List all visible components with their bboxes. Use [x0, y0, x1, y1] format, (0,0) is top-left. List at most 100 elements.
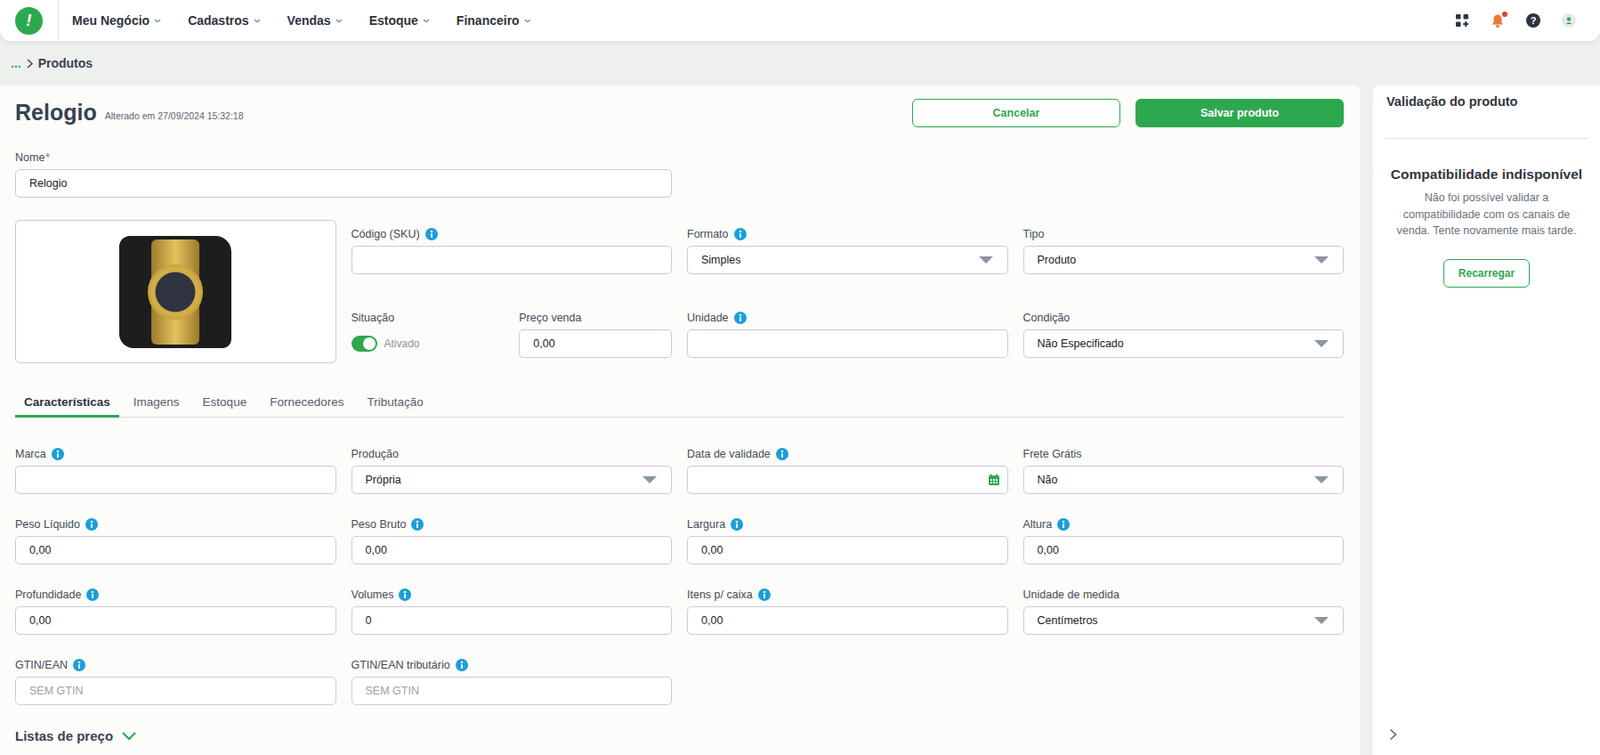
name-input[interactable] — [15, 169, 672, 198]
modified-date: Alterado em 27/09/2024 15:32:18 — [105, 110, 244, 122]
name-field: Nome* — [15, 150, 672, 198]
label-text: Largura — [686, 517, 726, 531]
form-field: Volumes — [351, 587, 673, 635]
form-field: Peso Líquido — [15, 517, 337, 565]
content: RelogioAlterado em 27/09/2024 15:32:18Ca… — [0, 85, 1600, 755]
label-text: Volumes — [351, 588, 395, 601]
text-input[interactable] — [351, 676, 673, 705]
menu-item[interactable]: Vendas — [287, 9, 343, 32]
select-field[interactable]: Não — [1023, 465, 1345, 494]
tab[interactable]: Imagens — [124, 389, 189, 418]
help-button[interactable]: ? — [1525, 12, 1542, 29]
logo[interactable]: ! — [15, 7, 43, 35]
menu-item[interactable]: Cadastros — [187, 9, 260, 32]
unread-dot — [1502, 11, 1508, 17]
info-icon — [455, 658, 469, 671]
select-field[interactable]: Não Especificado — [1023, 329, 1345, 358]
panel-footer — [1386, 727, 1587, 755]
select-field[interactable]: Produto — [1023, 245, 1345, 275]
text-input[interactable] — [15, 606, 337, 635]
product-photo[interactable] — [15, 219, 337, 364]
label-text: Código (SKU) — [351, 227, 421, 241]
tab[interactable]: Características — [15, 389, 120, 418]
text-input[interactable] — [351, 245, 673, 275]
label-text: GTIN/EAN tributário — [351, 658, 451, 671]
price-lists-label: Listas de preço — [15, 727, 114, 744]
form-field: Largura — [686, 517, 1009, 565]
chevron-right-icon — [26, 58, 33, 69]
tab[interactable]: Tributação — [357, 389, 432, 418]
form-field: ProduçãoPrópria — [351, 446, 673, 494]
chevron-down-icon — [524, 18, 532, 24]
chevron-down-icon — [253, 18, 261, 24]
select-field[interactable]: Centímetros — [1023, 606, 1345, 635]
price-lists-toggle[interactable]: Listas de preço — [15, 727, 1344, 744]
apps-grid-icon — [1455, 14, 1469, 27]
field-label: Volumes — [351, 587, 673, 602]
photo-watch — [151, 239, 200, 345]
dropdown-arrow-icon — [641, 475, 658, 485]
breadcrumb-ellipsis[interactable]: ... — [10, 56, 22, 71]
tab-label: Estoque — [202, 395, 248, 409]
date-field — [686, 465, 1009, 494]
text-input[interactable] — [518, 329, 672, 358]
field-label: Altura — [1023, 517, 1345, 532]
text-input[interactable] — [1023, 535, 1345, 565]
breadcrumb-current: Produtos — [38, 56, 93, 71]
toggle-row: Ativado — [351, 329, 505, 358]
field-label: Unidade de medida — [1023, 587, 1345, 602]
label-text: Frete Grátis — [1023, 447, 1083, 461]
tab[interactable]: Fornecedores — [260, 389, 353, 418]
label-text: Unidade — [686, 311, 729, 324]
panel-separator — [1385, 137, 1588, 139]
form-field: Itens p/ caixa — [686, 587, 1009, 635]
label-text: GTIN/EAN — [15, 658, 68, 671]
field-label: Preço venda — [518, 310, 672, 325]
text-input[interactable] — [351, 535, 673, 565]
date-input[interactable] — [687, 466, 988, 493]
form-field: Unidade — [686, 310, 1009, 364]
reload-button[interactable]: Recarregar — [1443, 258, 1530, 288]
form-field: Marca — [15, 446, 337, 494]
text-input[interactable] — [686, 535, 1009, 565]
text-input[interactable] — [15, 465, 337, 494]
menu-item[interactable]: Financeiro — [456, 9, 532, 32]
select-field[interactable]: Própria — [351, 465, 673, 494]
field-label: Profundidade — [15, 587, 337, 602]
form-field: Data de validade — [686, 446, 1009, 494]
notifications-button[interactable] — [1489, 12, 1506, 29]
collapse-panel-button[interactable] — [1389, 727, 1398, 741]
text-input[interactable] — [15, 676, 337, 705]
menu-item[interactable]: Meu Negócio — [72, 9, 162, 32]
form-field: Unidade de medida Centímetros — [1023, 587, 1345, 635]
form-field: SituaçãoAtivado — [351, 310, 505, 364]
account-button[interactable] — [1560, 12, 1577, 29]
field-label: Data de validade — [686, 446, 1009, 461]
tab-label: Imagens — [133, 395, 180, 409]
info-icon — [85, 517, 98, 531]
label-text: Profundidade — [15, 588, 81, 601]
form-field: GTIN/EAN tributário — [351, 657, 673, 705]
text-input[interactable] — [686, 606, 1009, 635]
field-label: Tipo — [1023, 226, 1345, 242]
field-label: Marca — [15, 446, 337, 461]
field-label: Largura — [686, 517, 1009, 532]
text-input[interactable] — [686, 329, 1009, 358]
label-text: Peso Líquido — [15, 517, 81, 531]
tab[interactable]: Estoque — [193, 389, 257, 418]
save-button[interactable]: Salvar produto — [1135, 98, 1344, 128]
select-value: Centímetros — [1037, 614, 1099, 627]
cancel-button[interactable]: Cancelar — [912, 98, 1121, 128]
select-field[interactable]: Simples — [686, 245, 1009, 275]
info-icon — [398, 588, 412, 601]
label-text: Nome — [15, 151, 45, 164]
text-input[interactable] — [15, 535, 337, 565]
tab-bar: Características Imagens Estoque Fornecedore… — [15, 389, 1344, 418]
photo-cushion — [119, 235, 232, 348]
status-toggle[interactable] — [351, 335, 378, 352]
top-nav: ! Meu Negócio Cadastros Vendas Estoque Financ… — [0, 0, 1600, 41]
text-input[interactable] — [351, 606, 673, 635]
menu-item[interactable]: Estoque — [369, 9, 430, 32]
main-menu: Meu Negócio Cadastros Vendas Estoque Finance… — [72, 9, 532, 32]
apps-button[interactable] — [1454, 12, 1471, 29]
